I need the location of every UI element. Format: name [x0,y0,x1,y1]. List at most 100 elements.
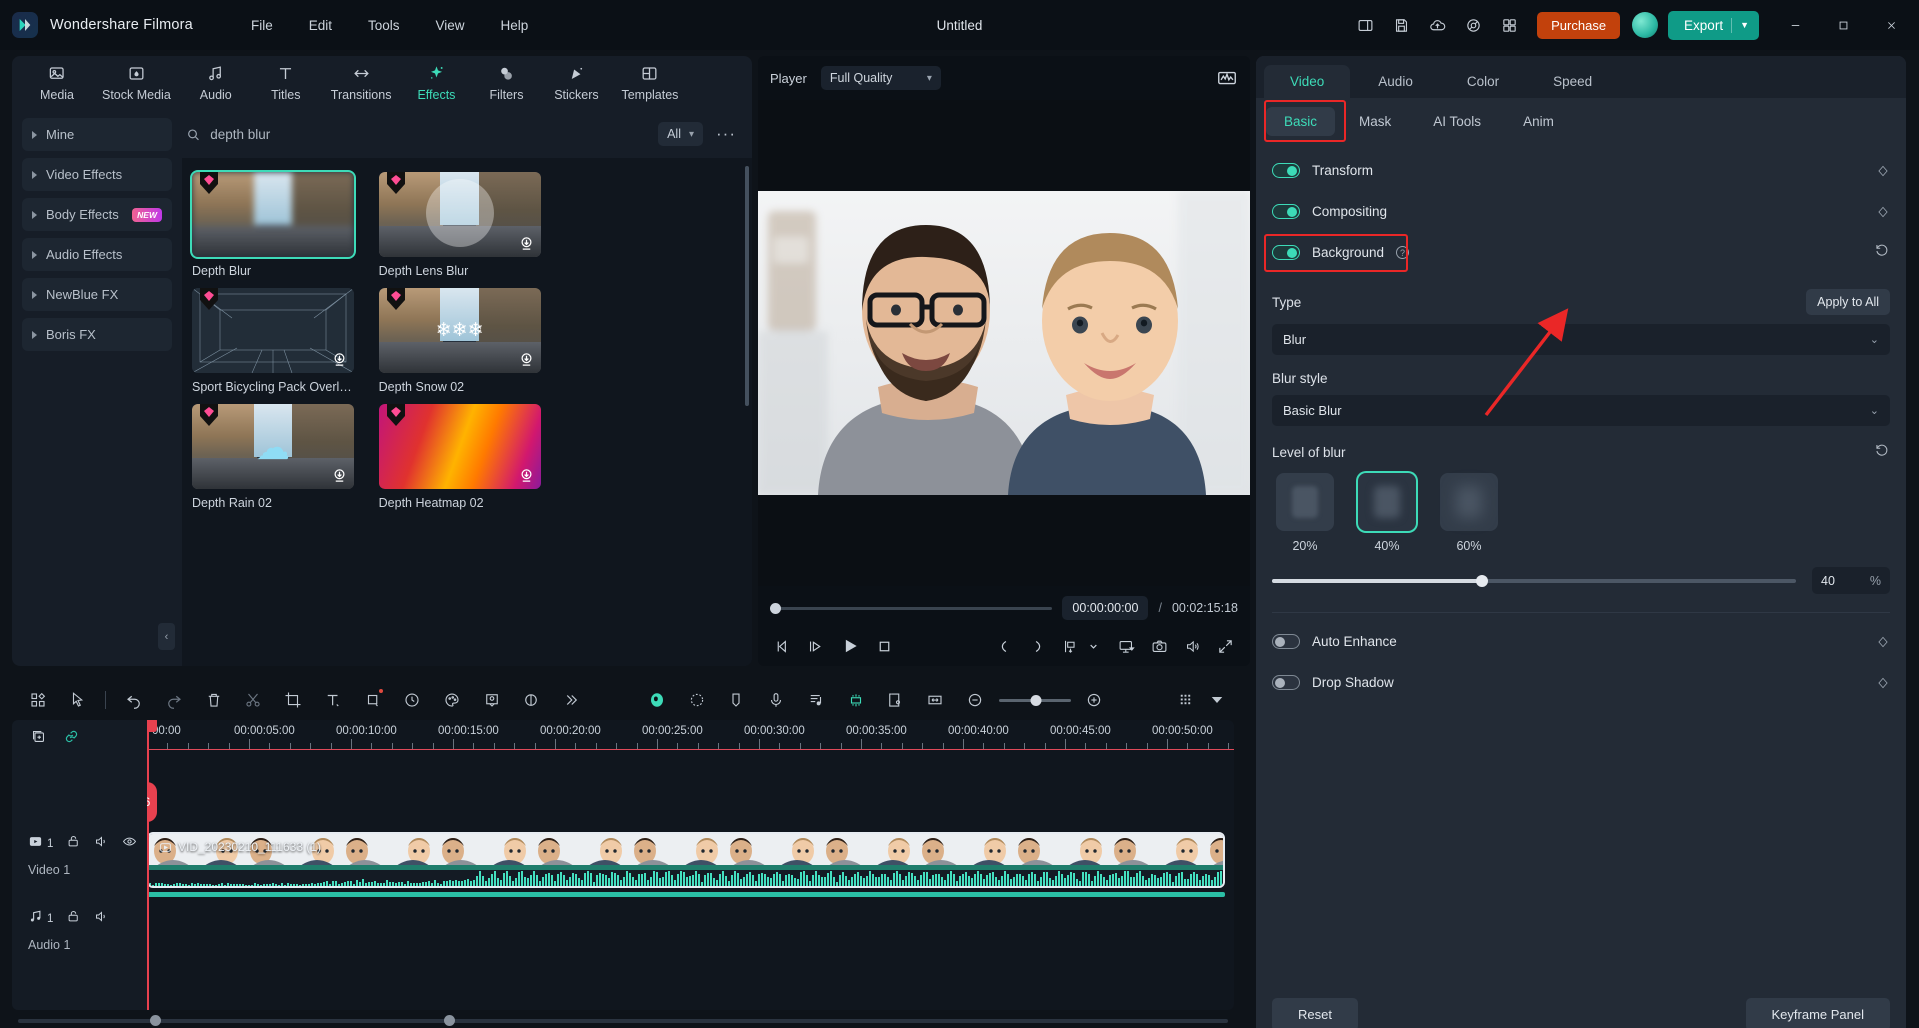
property-row-drop-shadow[interactable]: Drop Shadow [1256,662,1906,703]
export-button[interactable]: Export ▼ [1668,11,1759,40]
support-icon[interactable] [1457,9,1489,41]
stabilize-icon[interactable] [512,684,552,716]
select-tool-icon[interactable] [58,684,98,716]
subtab-mask[interactable]: Mask [1341,107,1409,136]
tab-video[interactable]: Video [1264,65,1350,98]
quality-dropdown[interactable]: Full Quality ▾ [821,66,941,90]
purchase-button[interactable]: Purchase [1537,12,1620,39]
seek-knob[interactable] [770,603,781,614]
templates-icon[interactable] [18,684,58,716]
category-mine[interactable]: Mine [22,118,172,151]
tab-audio[interactable]: Audio [1352,65,1439,98]
tab-stock-media[interactable]: Stock Media [94,60,179,106]
speed-icon[interactable] [392,684,432,716]
blur-style-dropdown[interactable]: Basic Blur ⌄ [1272,395,1890,426]
reset-icon[interactable] [1874,242,1890,263]
tab-effects[interactable]: Effects [403,60,469,106]
more-options-icon[interactable]: ··· [712,124,740,144]
caret-down-icon[interactable] [1206,684,1228,716]
download-icon[interactable] [519,468,534,483]
category-newblue-fx[interactable]: NewBlue FX [22,278,172,311]
blur-level-40[interactable]: 40% [1358,473,1416,553]
redo-icon[interactable] [154,684,194,716]
category-boris-fx[interactable]: Boris FX [22,318,172,351]
add-track-icon[interactable] [30,728,47,750]
tab-audio[interactable]: Audio [183,60,249,106]
zoom-slider[interactable] [999,699,1071,702]
voiceover-icon[interactable] [756,684,796,716]
more-chevrons-icon[interactable] [551,684,591,716]
zoom-in-icon[interactable] [1075,684,1115,716]
effect-tile-sport-bicycling[interactable]: Sport Bicycling Pack Overlay... [192,288,354,394]
chevron-down-icon[interactable]: ▼ [1740,20,1749,30]
effect-tile-depth-snow-02[interactable]: ❄❄❄ Depth Snow 02 [379,288,541,394]
mark-in-icon[interactable] [996,638,1013,655]
crop-icon[interactable] [273,684,313,716]
lock-icon[interactable] [66,834,81,854]
apply-to-all-button[interactable]: Apply to All [1806,289,1890,315]
layout-icon[interactable] [1349,9,1381,41]
timeline-horizontal-scrollbar[interactable] [12,1014,1234,1028]
link-icon[interactable] [63,728,80,750]
collapse-sidebar-icon[interactable]: ‹ [158,623,175,650]
download-icon[interactable] [332,468,347,483]
tab-filters[interactable]: Filters [473,60,539,106]
reset-button[interactable]: Reset [1272,998,1358,1028]
background-toggle[interactable] [1272,245,1300,260]
menu-edit[interactable]: Edit [291,12,350,39]
tab-templates[interactable]: Templates [613,60,686,106]
zoom-slider-knob[interactable] [1030,695,1041,706]
playhead-grip[interactable] [147,720,157,732]
motion-tracking-icon[interactable] [677,684,717,716]
effects-scrollbar[interactable] [745,166,749,406]
category-audio-effects[interactable]: Audio Effects [22,238,172,271]
blur-level-20[interactable]: 20% [1276,473,1334,553]
property-row-background[interactable]: Background ? [1256,232,1906,273]
type-dropdown[interactable]: Blur ⌄ [1272,324,1890,355]
shape-icon[interactable] [353,684,393,716]
search-input[interactable] [210,127,649,142]
auto-reframe-icon[interactable] [875,684,915,716]
scrollbar-grip-left[interactable] [150,1015,161,1026]
color-palette-icon[interactable] [432,684,472,716]
keyframe-diamond-icon[interactable] [1876,205,1890,219]
minimize-icon[interactable] [1773,0,1817,50]
volume-icon[interactable] [1184,638,1201,655]
apps-grid-icon[interactable] [1493,9,1525,41]
menu-help[interactable]: Help [483,12,547,39]
download-icon[interactable] [519,352,534,367]
screen-cast-icon[interactable] [1118,638,1135,655]
blur-value-input[interactable]: 40 % [1812,567,1890,594]
keyframe-panel-button[interactable]: Keyframe Panel [1746,998,1891,1028]
text-icon[interactable] [313,684,353,716]
scrollbar-grip-right[interactable] [444,1015,455,1026]
waveform-scope-icon[interactable] [1216,67,1238,89]
blur-slider[interactable] [1272,579,1796,583]
seek-bar[interactable] [770,607,1052,610]
category-body-effects[interactable]: Body Effects NEW [22,198,172,231]
cloud-upload-icon[interactable] [1421,9,1453,41]
timeline-clip-video[interactable]: VID_20230210_111633 (1) [147,832,1225,888]
prev-frame-icon[interactable] [774,638,791,655]
save-icon[interactable] [1385,9,1417,41]
tab-speed[interactable]: Speed [1527,65,1618,98]
fullscreen-icon[interactable] [1217,638,1234,655]
property-row-auto-enhance[interactable]: Auto Enhance [1256,621,1906,662]
property-row-compositing[interactable]: Compositing [1256,191,1906,232]
reset-icon[interactable] [1874,442,1890,463]
effect-tile-depth-blur[interactable]: Depth Blur [192,172,354,278]
effect-tile-depth-heatmap-02[interactable]: Depth Heatmap 02 [379,404,541,510]
eye-icon[interactable] [122,834,137,854]
auto-enhance-toggle[interactable] [1272,634,1300,649]
keyframe-diamond-icon[interactable] [1876,164,1890,178]
subtab-basic[interactable]: Basic [1266,107,1335,136]
help-icon[interactable]: ? [1396,246,1409,259]
tab-titles[interactable]: Titles [253,60,319,106]
snapshot-icon[interactable] [1151,638,1168,655]
property-row-transform[interactable]: Transform [1256,150,1906,191]
search-box[interactable] [186,127,649,142]
frame-step-icon[interactable] [807,638,824,655]
compositing-toggle[interactable] [1272,204,1300,219]
menu-tools[interactable]: Tools [350,12,418,39]
close-icon[interactable] [1869,0,1913,50]
